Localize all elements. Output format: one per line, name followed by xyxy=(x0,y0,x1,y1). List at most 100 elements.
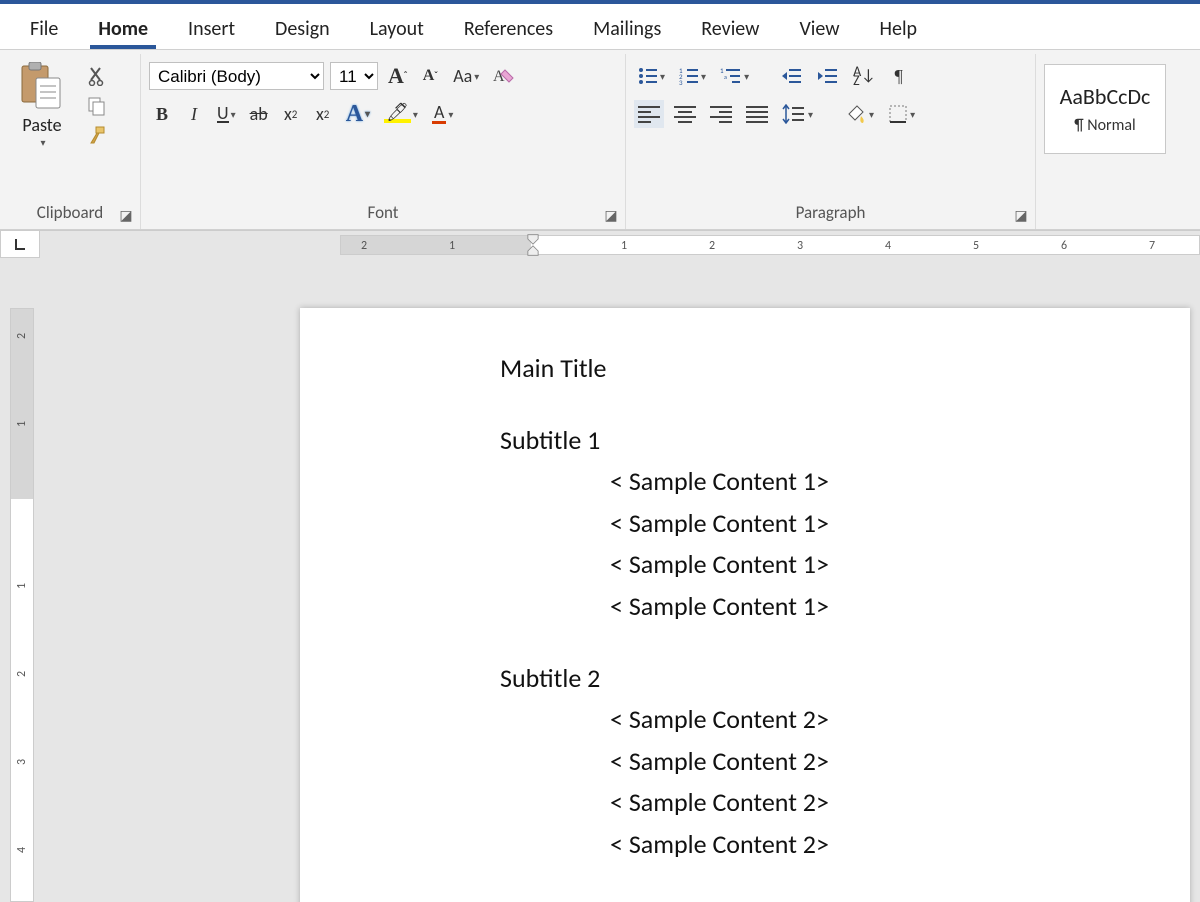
ruler-tick: 1 xyxy=(621,239,627,253)
ruler-tick: 5 xyxy=(973,239,979,253)
document-page[interactable]: Main Title Subtitle 1 < Sample Content 1… xyxy=(300,308,1190,902)
bullets-icon xyxy=(638,67,658,85)
doc-content-line: < Sample Content 1> xyxy=(500,586,1190,628)
ruler-row: 2 1 1 2 3 4 5 6 7 8 xyxy=(0,230,1200,258)
align-left-icon xyxy=(638,103,660,126)
tab-mailings[interactable]: Mailings xyxy=(573,7,681,49)
tab-selector[interactable] xyxy=(0,230,40,258)
highlight-button[interactable]: 🖊▾ xyxy=(380,100,422,128)
paste-button[interactable]: Paste ▾ xyxy=(8,58,76,149)
ruler-tick: 2 xyxy=(361,239,367,253)
borders-button[interactable]: ▾ xyxy=(884,100,919,128)
sort-button[interactable]: AZ ↓ xyxy=(849,62,880,90)
clipboard-launcher[interactable]: ◪ xyxy=(118,209,134,225)
vruler-tick: 2 xyxy=(15,333,29,339)
indent-marker-icon[interactable] xyxy=(527,233,539,257)
doc-subtitle-2: Subtitle 2 xyxy=(500,658,1190,700)
doc-content-line: < Sample Content 1> xyxy=(500,461,1190,503)
tab-references[interactable]: References xyxy=(444,7,573,49)
shading-button[interactable]: ▾ xyxy=(841,100,878,128)
cut-button[interactable] xyxy=(82,64,112,88)
align-center-button[interactable] xyxy=(670,100,700,128)
justify-icon xyxy=(746,103,768,126)
paragraph-launcher[interactable]: ◪ xyxy=(1013,209,1029,225)
doc-content-line: < Sample Content 2> xyxy=(500,782,1190,824)
vruler-tick: 3 xyxy=(15,759,29,765)
superscript-button[interactable]: x2 xyxy=(310,100,336,128)
style-preview-text: AaBbCcDc xyxy=(1060,83,1151,110)
style-name-text: ¶ Normal xyxy=(1074,116,1135,135)
numbering-icon: 123 xyxy=(679,67,699,85)
align-right-icon xyxy=(710,103,732,126)
vruler-tick: 1 xyxy=(15,583,29,589)
subscript-button[interactable]: x2 xyxy=(278,100,304,128)
numbering-button[interactable]: 123▾ xyxy=(675,62,710,90)
group-label-font: Font xyxy=(149,202,617,227)
font-color-button[interactable]: A▾ xyxy=(428,100,457,128)
group-label-paragraph: Paragraph xyxy=(634,202,1027,227)
justify-button[interactable] xyxy=(742,100,772,128)
scissors-icon xyxy=(88,66,106,86)
text-effects-button[interactable]: A▾ xyxy=(342,100,374,128)
paste-dropdown-icon[interactable]: ▾ xyxy=(40,136,45,149)
italic-button[interactable]: I xyxy=(181,100,207,128)
doc-subtitle-1: Subtitle 1 xyxy=(500,420,1190,462)
tab-file[interactable]: File xyxy=(10,7,78,49)
tab-layout[interactable]: Layout xyxy=(350,7,444,49)
tab-design[interactable]: Design xyxy=(255,7,350,49)
outdent-icon xyxy=(781,67,803,85)
decrease-indent-button[interactable] xyxy=(777,62,807,90)
doc-content-line: < Sample Content 2> xyxy=(500,699,1190,741)
shrink-font-button[interactable]: Aˇ xyxy=(417,62,443,90)
ruler-tick: 4 xyxy=(885,239,891,253)
align-left-button[interactable] xyxy=(634,100,664,128)
doc-content-line: < Sample Content 2> xyxy=(500,741,1190,783)
strikethrough-button[interactable]: ab xyxy=(246,100,272,128)
group-label-styles xyxy=(1044,202,1177,227)
vruler-tick: 1 xyxy=(15,421,29,427)
paint-bucket-icon xyxy=(845,104,867,124)
line-spacing-icon xyxy=(782,104,806,124)
line-spacing-button[interactable]: ▾ xyxy=(778,100,817,128)
vertical-ruler[interactable]: 2 1 1 2 3 4 xyxy=(10,308,34,902)
tab-help[interactable]: Help xyxy=(860,7,938,49)
change-case-button[interactable]: Aa▾ xyxy=(449,62,483,90)
grow-font-button[interactable]: Aˆ xyxy=(384,62,411,90)
doc-title: Main Title xyxy=(500,348,1190,390)
group-styles: AaBbCcDc ¶ Normal xyxy=(1035,54,1185,229)
document-workspace: 2 1 1 2 3 4 Main Title Subtitle 1 < Samp… xyxy=(0,258,1200,902)
font-name-select[interactable]: Calibri (Body) xyxy=(149,62,324,90)
sort-icon: AZ ↓ xyxy=(853,67,876,85)
tab-home[interactable]: Home xyxy=(78,7,168,49)
underline-button[interactable]: U▾ xyxy=(213,100,240,128)
clear-formatting-icon: A xyxy=(493,66,515,86)
vruler-tick: 2 xyxy=(15,671,29,677)
increase-indent-button[interactable] xyxy=(813,62,843,90)
group-font: Calibri (Body) 11 Aˆ Aˇ Aa▾ A B I U▾ ab … xyxy=(140,54,625,229)
clear-formatting-button[interactable]: A xyxy=(489,62,519,90)
paste-label: Paste xyxy=(22,114,61,136)
align-center-icon xyxy=(674,103,696,126)
font-size-select[interactable]: 11 xyxy=(330,62,378,90)
ruler-tick: 1 xyxy=(449,239,455,253)
indent-icon xyxy=(817,67,839,85)
bullets-button[interactable]: ▾ xyxy=(634,62,669,90)
tab-view[interactable]: View xyxy=(779,7,859,49)
bold-button[interactable]: B xyxy=(149,100,175,128)
copy-button[interactable] xyxy=(82,94,112,118)
svg-text:a: a xyxy=(724,73,727,81)
style-normal[interactable]: AaBbCcDc ¶ Normal xyxy=(1044,64,1166,154)
tab-review[interactable]: Review xyxy=(681,7,779,49)
format-painter-button[interactable] xyxy=(82,124,112,148)
ruler-tick: 2 xyxy=(709,239,715,253)
horizontal-ruler[interactable]: 2 1 1 2 3 4 5 6 7 8 xyxy=(40,230,1200,258)
show-marks-button[interactable]: ¶ xyxy=(886,62,912,90)
tab-insert[interactable]: Insert xyxy=(168,7,255,49)
tab-stop-icon xyxy=(13,237,27,251)
align-right-button[interactable] xyxy=(706,100,736,128)
font-launcher[interactable]: ◪ xyxy=(603,209,619,225)
multilevel-list-button[interactable]: 1a▾ xyxy=(716,62,753,90)
vruler-tick: 4 xyxy=(15,847,29,853)
borders-icon xyxy=(888,104,908,124)
group-label-clipboard: Clipboard xyxy=(8,202,132,227)
